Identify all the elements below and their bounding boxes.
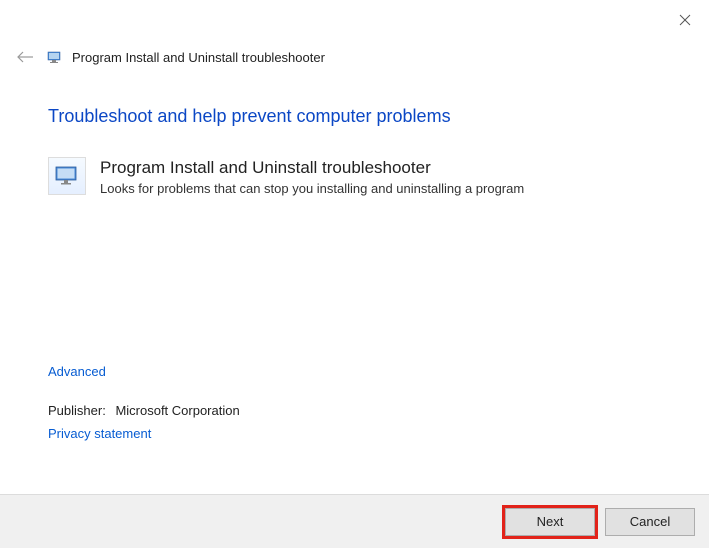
- publisher-label: Publisher:: [48, 403, 106, 418]
- header-row: Program Install and Uninstall troublesho…: [0, 40, 709, 70]
- publisher-row: Publisher: Microsoft Corporation: [48, 403, 661, 418]
- troubleshooter-icon: [48, 157, 86, 195]
- main-heading: Troubleshoot and help prevent computer p…: [48, 106, 661, 127]
- close-button[interactable]: [671, 6, 699, 34]
- publisher-name: Microsoft Corporation: [115, 403, 239, 418]
- cancel-button[interactable]: Cancel: [605, 508, 695, 536]
- advanced-link[interactable]: Advanced: [48, 364, 106, 379]
- content-area: Troubleshoot and help prevent computer p…: [0, 70, 709, 443]
- privacy-link[interactable]: Privacy statement: [48, 426, 151, 441]
- app-icon: [46, 48, 64, 66]
- troubleshooter-title: Program Install and Uninstall troublesho…: [100, 157, 524, 179]
- window-title: Program Install and Uninstall troublesho…: [72, 50, 325, 65]
- troubleshooter-block: Program Install and Uninstall troublesho…: [48, 157, 661, 196]
- back-arrow-icon: [16, 50, 34, 64]
- title-bar: [0, 0, 709, 40]
- troubleshooter-description: Looks for problems that can stop you ins…: [100, 181, 524, 196]
- close-icon: [679, 14, 691, 26]
- footer-bar: Next Cancel: [0, 494, 709, 548]
- back-button[interactable]: [14, 46, 36, 68]
- next-button[interactable]: Next: [505, 508, 595, 536]
